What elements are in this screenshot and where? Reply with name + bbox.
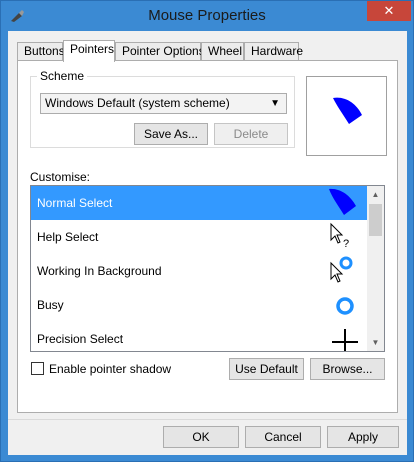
tab-buttons[interactable]: Buttons xyxy=(17,42,65,61)
list-item[interactable]: Help Select ? xyxy=(31,220,368,254)
save-as-button[interactable]: Save As... xyxy=(134,123,208,145)
dialog-client-area: Buttons Pointers Pointer Options Wheel H… xyxy=(8,31,407,455)
title-bar[interactable]: Mouse Properties ✕ xyxy=(1,1,413,31)
scheme-group: Scheme Windows Default (system scheme) ▼… xyxy=(30,69,295,148)
list-item[interactable]: Busy xyxy=(31,288,368,322)
ok-button[interactable]: OK xyxy=(163,426,239,448)
close-button[interactable]: ✕ xyxy=(367,1,411,21)
delete-button[interactable]: Delete xyxy=(214,123,288,145)
tab-hardware[interactable]: Hardware xyxy=(244,42,303,61)
scroll-down-icon[interactable]: ▼ xyxy=(367,334,384,351)
list-item-label: Help Select xyxy=(37,230,99,244)
svg-text:?: ? xyxy=(343,238,349,250)
chevron-down-icon: ▼ xyxy=(270,98,280,109)
mouse-properties-window: Mouse Properties ✕ Buttons Pointers Poin… xyxy=(0,0,414,462)
use-default-button[interactable]: Use Default xyxy=(229,358,304,380)
scheme-dropdown-value: Windows Default (system scheme) xyxy=(45,96,230,110)
normal-select-preview-icon xyxy=(333,97,362,124)
list-item-label: Precision Select xyxy=(37,332,124,346)
list-item-label: Normal Select xyxy=(37,196,113,210)
cursor-preview xyxy=(306,76,387,156)
pointer-shadow-label: Enable pointer shadow xyxy=(49,362,172,376)
precision-select-icon xyxy=(332,329,358,351)
footer-divider xyxy=(8,419,407,420)
apply-button[interactable]: Apply xyxy=(327,426,399,448)
list-item-label: Working In Background xyxy=(37,264,162,278)
cancel-button[interactable]: Cancel xyxy=(245,426,321,448)
browse-button[interactable]: Browse... xyxy=(310,358,385,380)
scheme-group-label: Scheme xyxy=(37,69,88,83)
list-item[interactable]: Working In Background xyxy=(31,254,368,288)
tab-pointer-options[interactable]: Pointer Options xyxy=(115,42,205,61)
list-scrollbar[interactable]: ▲ ▼ xyxy=(367,186,384,351)
help-select-icon: ? xyxy=(330,222,349,250)
customise-label: Customise: xyxy=(30,170,91,184)
cursor-list-items: Normal Select Help Select ? Working In B… xyxy=(31,186,368,351)
list-item[interactable]: Normal Select xyxy=(31,186,368,220)
window-title: Mouse Properties xyxy=(148,7,266,24)
working-background-icon xyxy=(330,256,353,283)
close-icon: ✕ xyxy=(383,3,395,18)
cursor-list[interactable]: Normal Select Help Select ? Working In B… xyxy=(30,185,385,352)
scroll-up-icon[interactable]: ▲ xyxy=(367,186,384,203)
list-item[interactable]: Precision Select xyxy=(31,322,368,351)
pointers-tab-panel: Scheme Windows Default (system scheme) ▼… xyxy=(17,60,398,413)
tab-wheel[interactable]: Wheel xyxy=(201,42,244,61)
busy-icon xyxy=(336,297,354,315)
scheme-dropdown[interactable]: Windows Default (system scheme) ▼ xyxy=(40,93,287,114)
normal-select-icon xyxy=(329,188,356,215)
tab-pointers[interactable]: Pointers xyxy=(63,40,115,62)
list-item-label: Busy xyxy=(37,298,64,312)
pointer-shadow-checkbox[interactable] xyxy=(31,362,44,375)
scroll-thumb[interactable] xyxy=(369,204,382,236)
